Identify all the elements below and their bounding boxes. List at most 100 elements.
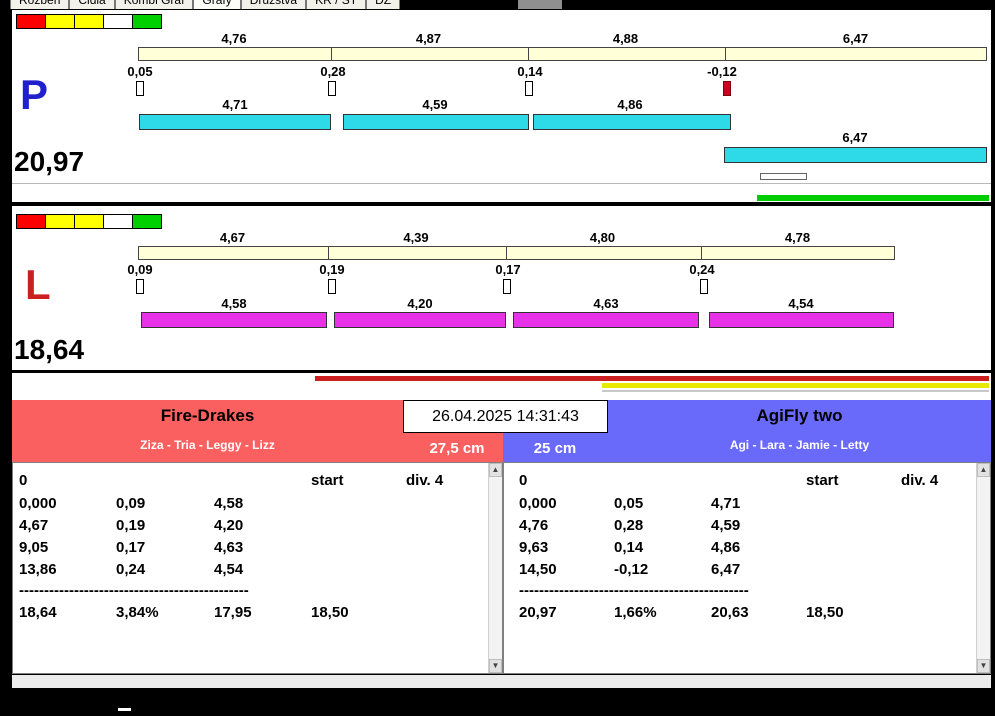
run-time-label: 4,86	[617, 97, 643, 112]
segment-time-label: 4,87	[415, 31, 442, 46]
segment-time-label: 4,80	[589, 230, 616, 245]
lane-p-letter: P	[20, 71, 49, 118]
exchange-time-label: 0,19	[319, 262, 345, 277]
total-time: 18,64	[19, 604, 57, 621]
segment-time-label: 4,39	[403, 230, 429, 245]
status-light-yellow	[45, 214, 75, 229]
segment-time-label: 4,78	[784, 230, 811, 245]
run-time-bar	[513, 312, 699, 328]
segment-track-bar	[138, 246, 895, 260]
tab-rozbeh[interactable]: Rozbeh	[10, 0, 70, 9]
tab-cidla[interactable]: Cidla	[69, 0, 115, 9]
run-time-label: 4,20	[407, 296, 433, 311]
exchange-marker	[503, 279, 511, 294]
scroll-down-icon: ▼	[979, 661, 988, 670]
bottom-dash	[118, 708, 131, 711]
run-time-bar	[141, 312, 327, 328]
segment-time-label: 4,67	[219, 230, 246, 245]
status-light-empty	[103, 214, 133, 229]
exchange-time-label: 0,14	[517, 64, 543, 79]
team-left-members: Ziza - Tria - Leggy - Lizz	[140, 438, 275, 452]
exchange-marker-fault	[723, 81, 731, 96]
run-time-label: 4,71	[222, 97, 248, 112]
progress-bar-green	[757, 195, 989, 201]
tab-druzstva[interactable]: Družstvá	[240, 0, 307, 9]
segment-track-bar	[138, 47, 987, 61]
app-window: Rozbeh Cidla Kombi Graf Grafy Družstvá K…	[0, 0, 995, 716]
scroll-down-button[interactable]: ▼	[977, 659, 990, 673]
result-cell: 9,05	[19, 539, 49, 556]
status-light-red	[16, 214, 46, 229]
result-cell: 4,58	[214, 495, 244, 512]
result-cell: 4,67	[19, 517, 49, 534]
scroll-up-icon: ▲	[491, 465, 500, 474]
results-separator: ----------------------------------------…	[519, 582, 749, 599]
result-cell: 0	[519, 472, 528, 489]
exchange-marker	[700, 279, 708, 294]
result-cell: 4,76	[519, 517, 549, 534]
total-percent: 1,66%	[614, 604, 657, 621]
result-cell: 0,09	[116, 495, 146, 512]
start-label: start	[806, 472, 839, 489]
progress-slider	[760, 173, 807, 180]
scroll-up-button[interactable]: ▲	[489, 463, 502, 477]
segment-time-label: 4,88	[612, 31, 639, 46]
exchange-time-label: 0,24	[689, 262, 715, 277]
team-right-members: Agi - Lara - Jamie - Letty	[729, 438, 870, 452]
scroll-up-icon: ▲	[979, 465, 988, 474]
result-cell: 14,50	[519, 561, 557, 578]
vertical-scrollbar[interactable]: ▲ ▼	[976, 463, 990, 673]
run-time-bar	[139, 114, 331, 130]
net-time: 17,95	[214, 604, 252, 621]
segment-tick	[725, 48, 726, 60]
run-time-bar	[343, 114, 529, 130]
team-right-name: AgiFly two	[756, 406, 843, 425]
result-cell: -0,12	[614, 561, 649, 578]
datetime-display: 26.04.2025 14:31:43	[403, 400, 608, 433]
segment-time-label: 4,76	[221, 31, 247, 46]
result-cell: 13,86	[19, 561, 57, 578]
result-cell: 4,20	[214, 517, 244, 534]
team-left-jump-height: 27,5 cm	[429, 440, 485, 457]
vertical-scrollbar[interactable]: ▲ ▼	[488, 463, 502, 673]
run-time-label: 4,54	[788, 296, 814, 311]
result-cell: 0,24	[116, 561, 146, 578]
segment-tick	[701, 247, 702, 259]
start-label: start	[311, 472, 344, 489]
exchange-marker	[136, 81, 144, 96]
status-light-yellow	[74, 14, 104, 29]
tab-kombi-graf[interactable]: Kombi Graf	[114, 0, 194, 9]
run-time-bar	[533, 114, 731, 130]
team-right-jump-height: 25 cm	[533, 440, 577, 457]
tab-strip: Rozbeh Cidla Kombi Graf Grafy Družstvá K…	[10, 0, 520, 9]
tab-row: Rozbeh Cidla Kombi Graf Grafy Družstvá K…	[10, 0, 401, 9]
scroll-down-button[interactable]: ▼	[489, 659, 502, 673]
lane-l-total-time: 18,64	[14, 334, 85, 365]
result-cell: 0,28	[614, 517, 644, 534]
scroll-down-icon: ▼	[491, 661, 500, 670]
run-time-label: 4,63	[593, 296, 619, 311]
division-label: div. 4	[406, 472, 444, 489]
scroll-up-button[interactable]: ▲	[977, 463, 990, 477]
segment-tick	[528, 48, 529, 60]
division-label: div. 4	[901, 472, 939, 489]
tab-dz[interactable]: DZ	[366, 0, 401, 9]
segment-tick	[506, 247, 507, 259]
result-cell: 9,63	[519, 539, 549, 556]
status-light-yellow	[74, 214, 104, 229]
tab-grafy[interactable]: Grafy	[193, 0, 241, 9]
result-cell: 4,59	[711, 517, 741, 534]
run-time-bar	[709, 312, 894, 328]
progress-stripes-band	[12, 373, 991, 400]
exchange-time-label: 0,17	[495, 262, 521, 277]
tab-kr-st[interactable]: KR / ST	[306, 0, 367, 9]
current-run-time-label: 6,47	[842, 130, 868, 145]
result-cell: 4,54	[214, 561, 244, 578]
team-left-results: 0 start div. 4 0,000 0,09 4,58 4,67 0,19…	[12, 462, 503, 674]
exchange-marker	[328, 81, 336, 96]
divider-line	[12, 183, 991, 184]
result-cell: 0,17	[116, 539, 146, 556]
result-cell: 0,05	[614, 495, 644, 512]
result-cell: 4,63	[214, 539, 244, 556]
exchange-time-label: -0,12	[707, 64, 737, 79]
